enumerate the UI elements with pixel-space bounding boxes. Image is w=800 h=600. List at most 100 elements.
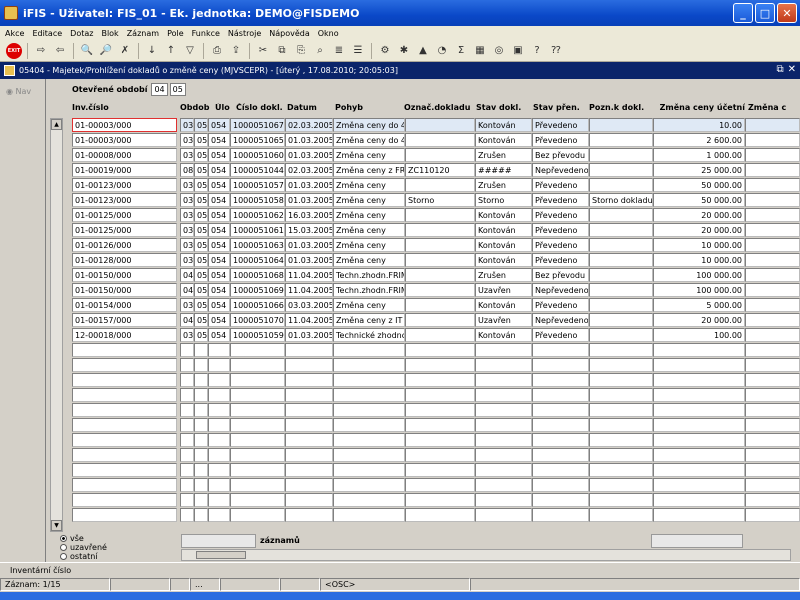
cell-y[interactable]: [194, 373, 208, 387]
cell-prenos[interactable]: [532, 343, 589, 357]
cell-date[interactable]: [285, 343, 333, 357]
cell-doc[interactable]: 1000051062: [230, 208, 285, 222]
cell-ulo[interactable]: [208, 418, 230, 432]
cell-ulo[interactable]: 054: [208, 193, 230, 207]
cell-oznac[interactable]: [405, 418, 475, 432]
cell-stav[interactable]: [475, 508, 532, 522]
cell-date[interactable]: [285, 418, 333, 432]
cell-m[interactable]: 04: [180, 313, 194, 327]
find-icon[interactable]: ⌕: [312, 43, 328, 59]
cell-m[interactable]: [180, 373, 194, 387]
cell-doc[interactable]: [230, 433, 285, 447]
menu-nastroje[interactable]: Nástroje: [228, 29, 261, 38]
cell-y[interactable]: [194, 478, 208, 492]
cell-inv[interactable]: [72, 493, 177, 507]
cell-inv[interactable]: 01-00003/000: [72, 133, 177, 147]
cell-pohyb[interactable]: Změna ceny: [333, 208, 405, 222]
cell-doc[interactable]: [230, 388, 285, 402]
window-icon[interactable]: ▣: [510, 43, 526, 59]
cell-zmena[interactable]: 1 000.00: [653, 148, 745, 162]
cell-pozn[interactable]: [589, 148, 653, 162]
cell-pozn[interactable]: [589, 178, 653, 192]
cell-zc[interactable]: [745, 193, 800, 207]
cell-zmena[interactable]: 100 000.00: [653, 268, 745, 282]
cell-inv[interactable]: 01-00123/000: [72, 178, 177, 192]
menu-napoveda[interactable]: Nápověda: [269, 29, 310, 38]
cell-stav[interactable]: #####: [475, 163, 532, 177]
cell-m[interactable]: 03: [180, 148, 194, 162]
cell-m[interactable]: [180, 493, 194, 507]
cell-prenos[interactable]: [532, 358, 589, 372]
table-row[interactable]: 01-00008/000 03 05 054 1000051060 01.03.2005 Z…: [46, 148, 800, 163]
cell-pozn[interactable]: [589, 133, 653, 147]
cell-stav[interactable]: Zrušen: [475, 148, 532, 162]
cell-zc[interactable]: [745, 418, 800, 432]
cell-zc[interactable]: [745, 433, 800, 447]
cell-pozn[interactable]: [589, 328, 653, 342]
cell-prenos[interactable]: Převedeno: [532, 298, 589, 312]
cell-zmena[interactable]: 50 000.00: [653, 193, 745, 207]
cell-zc[interactable]: [745, 313, 800, 327]
print-preview-icon[interactable]: ⇦: [52, 43, 68, 59]
menu-pole[interactable]: Pole: [167, 29, 184, 38]
cell-prenos[interactable]: [532, 418, 589, 432]
cell-zmena[interactable]: [653, 418, 745, 432]
table-row[interactable]: 12-00018/000 03 05 054 1000051059 01.03.2005 T…: [46, 328, 800, 343]
cell-zc[interactable]: [745, 298, 800, 312]
list-values-icon[interactable]: ☰: [350, 43, 366, 59]
cell-pozn[interactable]: [589, 253, 653, 267]
cell-y[interactable]: 05: [194, 193, 208, 207]
cell-ulo[interactable]: [208, 478, 230, 492]
cell-stav[interactable]: Zrušen: [475, 268, 532, 282]
cell-date[interactable]: [285, 478, 333, 492]
cell-y[interactable]: [194, 343, 208, 357]
cell-zc[interactable]: [745, 163, 800, 177]
cell-zmena[interactable]: 50 000.00: [653, 178, 745, 192]
cell-date[interactable]: [285, 358, 333, 372]
cell-inv[interactable]: [72, 418, 177, 432]
cell-pohyb[interactable]: Změna ceny: [333, 253, 405, 267]
cell-zc[interactable]: [745, 208, 800, 222]
cell-zmena[interactable]: 10.00: [653, 118, 745, 132]
cell-prenos[interactable]: [532, 478, 589, 492]
table-row[interactable]: [46, 418, 800, 433]
menu-akce[interactable]: Akce: [5, 29, 24, 38]
cell-zmena[interactable]: 2 600.00: [653, 133, 745, 147]
cell-pohyb[interactable]: [333, 358, 405, 372]
cell-date[interactable]: [285, 433, 333, 447]
menu-dotaz[interactable]: Dotaz: [70, 29, 93, 38]
cell-date[interactable]: [285, 508, 333, 522]
cell-oznac[interactable]: [405, 343, 475, 357]
cell-doc[interactable]: 1000051044: [230, 163, 285, 177]
cell-pohyb[interactable]: [333, 418, 405, 432]
table-row[interactable]: 01-00003/000 03 05 054 1000051065 01.03.2005 Z…: [46, 133, 800, 148]
cell-doc[interactable]: 1000051065: [230, 133, 285, 147]
cell-zc[interactable]: [745, 403, 800, 417]
cell-pozn[interactable]: [589, 373, 653, 387]
cell-zmena[interactable]: 20 000.00: [653, 313, 745, 327]
cell-stav[interactable]: [475, 463, 532, 477]
cell-m[interactable]: 03: [180, 238, 194, 252]
cell-date[interactable]: 02.03.2005: [285, 163, 333, 177]
cell-date[interactable]: 01.03.2005: [285, 253, 333, 267]
table-row[interactable]: 01-00123/000 03 05 054 1000051057 01.03.2005 Z…: [46, 178, 800, 193]
cell-ulo[interactable]: [208, 373, 230, 387]
cell-pohyb[interactable]: Změna ceny do 40: [333, 118, 405, 132]
cell-pohyb[interactable]: [333, 463, 405, 477]
printer-icon[interactable]: ⎙: [209, 43, 225, 59]
maximize-button[interactable]: □: [755, 3, 775, 23]
form-close-icon[interactable]: ✕: [788, 64, 796, 75]
cell-zmena[interactable]: 5 000.00: [653, 298, 745, 312]
cell-zc[interactable]: [745, 328, 800, 342]
cell-zc[interactable]: [745, 478, 800, 492]
cell-doc[interactable]: [230, 343, 285, 357]
cell-date[interactable]: 11.04.2005: [285, 283, 333, 297]
cell-oznac[interactable]: [405, 118, 475, 132]
cell-pohyb[interactable]: [333, 433, 405, 447]
cell-zmena[interactable]: 20 000.00: [653, 223, 745, 237]
cell-zc[interactable]: [745, 118, 800, 132]
cell-m[interactable]: 04: [180, 268, 194, 282]
cell-zmena[interactable]: [653, 403, 745, 417]
cell-pohyb[interactable]: Změna ceny: [333, 178, 405, 192]
cell-prenos[interactable]: Převedeno: [532, 328, 589, 342]
